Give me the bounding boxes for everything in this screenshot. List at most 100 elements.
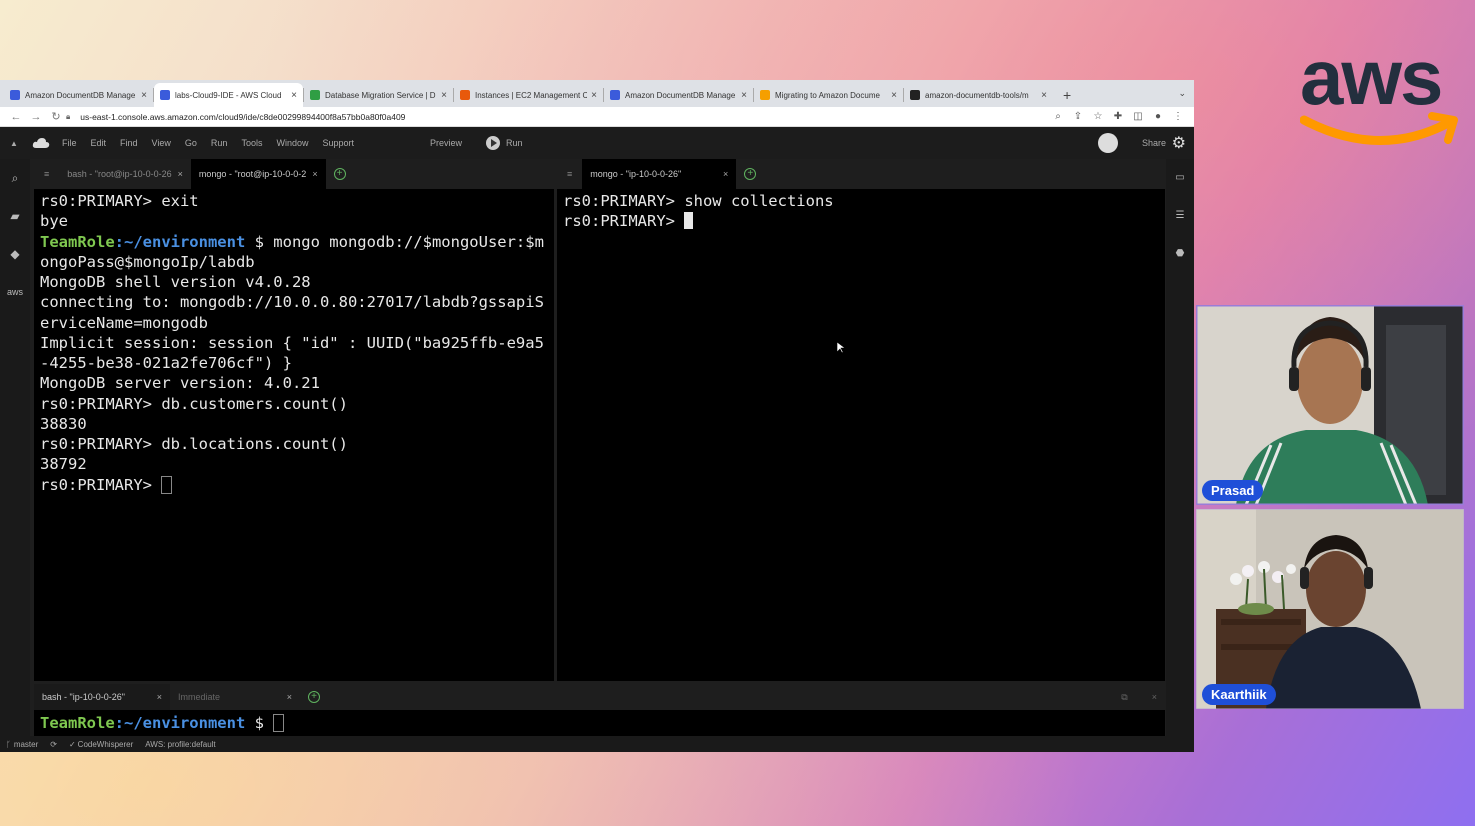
- forward-icon[interactable]: →: [26, 111, 46, 123]
- url-field[interactable]: us-east-1.console.aws.amazon.com/cloud9/…: [74, 112, 1048, 122]
- branch-icon: ᚴ: [6, 739, 11, 749]
- add-tab-icon[interactable]: +: [308, 691, 320, 703]
- close-icon[interactable]: ×: [157, 692, 162, 702]
- menu-run[interactable]: Run: [211, 138, 228, 148]
- close-tab-icon[interactable]: ×: [291, 90, 297, 101]
- close-tab-icon[interactable]: ×: [591, 90, 597, 101]
- menu-find[interactable]: Find: [120, 138, 138, 148]
- close-tab-icon[interactable]: ×: [141, 90, 147, 101]
- terminal-output[interactable]: rs0:PRIMARY> show collections rs0:PRIMARY…: [557, 189, 1165, 234]
- terminal-prompt[interactable]: TeamRole:~/environment $: [34, 710, 1165, 735]
- share-button[interactable]: Share: [1142, 138, 1166, 148]
- browser-window: Amazon DocumentDB Manage × labs-Cloud9-IDE…: [0, 80, 1194, 752]
- menu-edit[interactable]: Edit: [91, 138, 107, 148]
- check-icon: ✓: [68, 739, 76, 749]
- collapse-icon[interactable]: ▲: [0, 139, 28, 148]
- search-icon[interactable]: ⌕: [0, 159, 30, 197]
- tab-bash-bottom[interactable]: bash - "ip-10-0-0-26" ×: [34, 684, 170, 710]
- add-tab-icon[interactable]: +: [333, 168, 346, 180]
- browser-tab-label: Amazon DocumentDB Manage: [625, 90, 736, 100]
- tab-label: bash - "root@ip-10-0-0-26: [67, 169, 172, 179]
- menu-support[interactable]: Support: [322, 138, 354, 148]
- close-icon[interactable]: ×: [723, 169, 728, 179]
- outline-icon[interactable]: ☰: [1166, 197, 1194, 235]
- terminal-cursor: [273, 714, 285, 732]
- codewhisperer-status[interactable]: CodeWhisperer: [78, 740, 134, 749]
- share-icon[interactable]: ⇪: [1068, 111, 1088, 122]
- close-tab-icon[interactable]: ×: [741, 90, 747, 101]
- reload-icon[interactable]: ↻: [46, 110, 66, 123]
- address-bar: ← → ↻ 🔒︎ us-east-1.console.aws.amazon.co…: [0, 107, 1194, 127]
- prompt-path: :~/environment: [114, 232, 246, 251]
- close-panel-icon[interactable]: ×: [1152, 692, 1157, 702]
- sidepanel-icon[interactable]: ◫: [1128, 111, 1148, 122]
- lock-icon[interactable]: 🔒︎: [66, 112, 70, 122]
- terminal-line: connecting to: mongodb://10.0.0.80:27017…: [40, 293, 544, 312]
- collaborate-icon[interactable]: ▭: [1166, 159, 1194, 197]
- tab-mongo-right[interactable]: mongo - "ip-10-0-0-26" ×: [582, 159, 737, 189]
- menu-file[interactable]: File: [62, 138, 77, 148]
- profile-icon[interactable]: ●: [1148, 111, 1168, 122]
- terminal-line: rs0:PRIMARY>: [563, 211, 1159, 231]
- browser-tab-label: Migrating to Amazon Docume: [775, 90, 880, 100]
- tab-search-icon[interactable]: ⌄: [1178, 88, 1186, 99]
- participant-video: [1196, 509, 1464, 709]
- favicon-icon: [310, 90, 320, 100]
- terminal-cursor: [684, 212, 694, 230]
- cloud9-icon[interactable]: [32, 137, 50, 149]
- new-tab-button[interactable]: +: [1053, 87, 1081, 107]
- terminal-output[interactable]: rs0:PRIMARY> exit bye TeamRole:~/environme…: [34, 189, 554, 497]
- close-tab-icon[interactable]: ×: [1041, 90, 1047, 101]
- debugger-icon[interactable]: ⬣: [1166, 235, 1194, 273]
- browser-tab[interactable]: Instances | EC2 Management C ×: [454, 83, 603, 107]
- aws-explorer-icon[interactable]: aws: [0, 273, 30, 311]
- branch-label[interactable]: master: [14, 740, 38, 749]
- environment-icon[interactable]: ▰: [0, 197, 30, 235]
- user-avatar[interactable]: [1098, 133, 1118, 153]
- mouse-cursor-icon: [837, 342, 845, 354]
- terminal-line: rs0:PRIMARY>: [40, 475, 548, 495]
- extensions-icon[interactable]: ✚: [1108, 111, 1128, 122]
- back-icon[interactable]: ←: [6, 111, 26, 123]
- menu-tools[interactable]: Tools: [241, 138, 262, 148]
- preview-button[interactable]: Preview: [430, 138, 462, 148]
- aws-profile-status[interactable]: AWS: profile:default: [145, 740, 215, 749]
- browser-tab[interactable]: Amazon DocumentDB Manage ×: [4, 83, 153, 107]
- prompt-path: :~/environment: [114, 714, 246, 732]
- tab-immediate[interactable]: Immediate ×: [170, 684, 300, 710]
- favicon-icon: [460, 90, 470, 100]
- browser-tab[interactable]: Migrating to Amazon Docume ×: [754, 83, 903, 107]
- zoom-icon[interactable]: ⌕: [1048, 111, 1068, 122]
- bookmark-star-icon[interactable]: ☆: [1088, 111, 1108, 122]
- left-terminal-pane: ≡ bash - "root@ip-10-0-0-26 × mongo - "ro…: [34, 159, 554, 681]
- browser-tab[interactable]: amazon-documentdb-tools/m ×: [904, 83, 1053, 107]
- settings-gear-icon[interactable]: ⚙: [1172, 133, 1186, 153]
- menu-window[interactable]: Window: [276, 138, 308, 148]
- terminal-line: Implicit session: session { "id" : UUID(…: [40, 333, 544, 352]
- pane-menu-icon[interactable]: ≡: [557, 159, 582, 189]
- close-icon[interactable]: ×: [287, 692, 292, 702]
- sync-icon[interactable]: ⟳: [50, 740, 57, 749]
- tab-mongo[interactable]: mongo - "root@ip-10-0-0-2 ×: [190, 159, 326, 189]
- menu-view[interactable]: View: [152, 138, 171, 148]
- browser-tab[interactable]: Database Migration Service | D ×: [304, 83, 453, 107]
- tab-label: Immediate: [178, 692, 221, 702]
- maximize-icon[interactable]: ⧉: [1121, 692, 1127, 703]
- add-tab-icon[interactable]: +: [744, 168, 757, 180]
- tab-bash[interactable]: bash - "root@ip-10-0-0-26 ×: [59, 159, 191, 189]
- browser-tab-label: Instances | EC2 Management C: [475, 90, 588, 100]
- favicon-icon: [10, 90, 20, 100]
- source-control-icon[interactable]: ◆: [0, 235, 30, 273]
- close-tab-icon[interactable]: ×: [441, 90, 447, 101]
- browser-tab[interactable]: labs-Cloud9-IDE - AWS Cloud ×: [154, 83, 303, 107]
- run-button[interactable]: Run: [486, 136, 523, 150]
- close-tab-icon[interactable]: ×: [891, 90, 897, 101]
- close-icon[interactable]: ×: [178, 169, 183, 179]
- bottom-terminal-pane: bash - "ip-10-0-0-26" × Immediate × + ⧉ × …: [34, 684, 1165, 737]
- close-icon[interactable]: ×: [312, 169, 317, 179]
- browser-menu-icon[interactable]: ⋮: [1168, 111, 1188, 122]
- pane-menu-icon[interactable]: ≡: [34, 159, 59, 189]
- run-label: Run: [506, 138, 523, 148]
- browser-tab[interactable]: Amazon DocumentDB Manage ×: [604, 83, 753, 107]
- menu-go[interactable]: Go: [185, 138, 197, 148]
